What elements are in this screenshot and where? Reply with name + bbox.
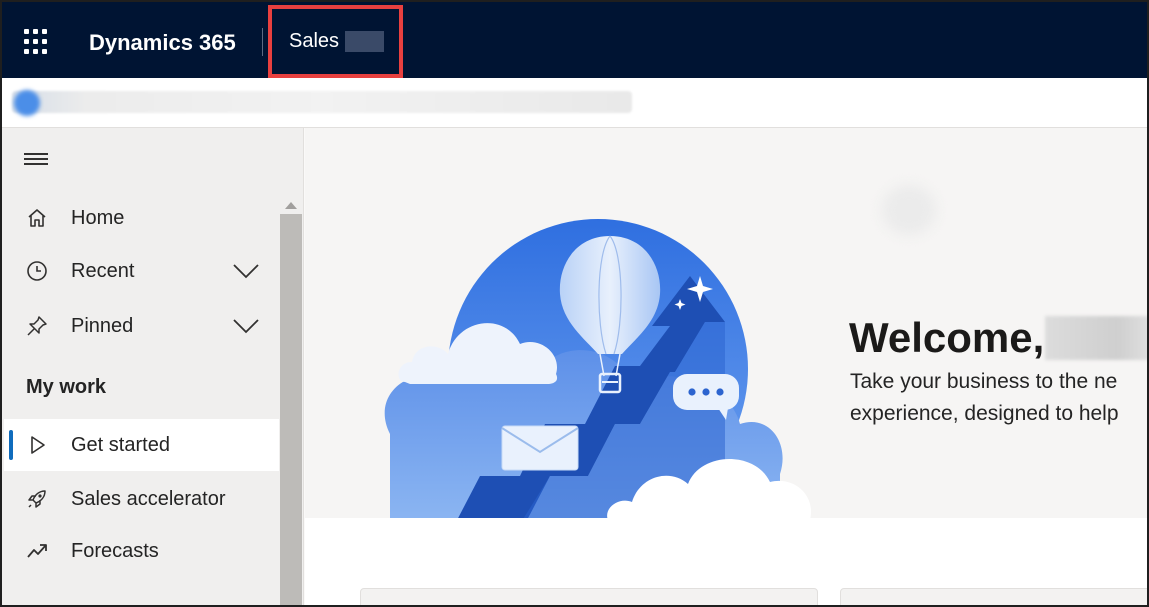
module-label: Sales [289, 30, 340, 52]
blurred-avatar [882, 185, 936, 235]
sidebar-item-pinned[interactable]: Pinned [4, 300, 279, 352]
pin-icon [26, 315, 48, 337]
redacted-user-name [1045, 316, 1147, 360]
chevron-down-icon[interactable] [232, 318, 260, 334]
rocket-icon [26, 488, 48, 510]
clock-icon [26, 260, 48, 282]
tagline-line-2: experience, designed to help [850, 402, 1119, 425]
sidebar-item-label: Sales accelerator [71, 487, 226, 510]
sidebar-item-label: Recent [71, 259, 135, 282]
scrollbar-thumb[interactable] [280, 214, 302, 605]
content-card[interactable] [360, 588, 818, 605]
chevron-down-icon[interactable] [232, 263, 260, 279]
home-icon [26, 207, 48, 229]
command-bar [2, 78, 1147, 128]
sidebar-item-label: Pinned [71, 314, 134, 337]
top-navigation-bar: Dynamics 365 Sales [2, 2, 1147, 78]
sidebar-item-label: Home [71, 206, 125, 229]
tagline-line-1: Take your business to the ne [850, 370, 1118, 393]
sidebar-item-label: Get started [71, 433, 170, 456]
app-launcher-icon[interactable] [24, 29, 50, 55]
blurred-command-content [12, 91, 632, 113]
site-map-sidebar: Home Recent Pinned My work Get started S… [2, 128, 304, 605]
app-brand-title[interactable]: Dynamics 365 [89, 30, 236, 56]
section-heading-my-work: My work [26, 376, 107, 398]
redacted-module-suffix [345, 31, 385, 52]
sidebar-item-label: Forecasts [71, 539, 159, 562]
trend-icon [26, 540, 48, 562]
sidebar-item-forecasts[interactable]: Forecasts [4, 525, 279, 577]
welcome-illustration [384, 219, 812, 518]
sidebar-item-get-started[interactable]: Get started [4, 419, 279, 471]
sidebar-item-home[interactable]: Home [4, 192, 279, 244]
hamburger-menu-icon[interactable] [24, 150, 50, 170]
sidebar-item-sales-accelerator[interactable]: Sales accelerator [4, 473, 279, 525]
blurred-command-icon [14, 90, 40, 116]
welcome-heading: Welcome, [849, 314, 1045, 361]
scroll-up-arrow-icon[interactable] [285, 202, 297, 209]
sidebar-item-recent[interactable]: Recent [4, 245, 279, 297]
app-window: Dynamics 365 Sales Home Recent Pinned My… [0, 0, 1149, 607]
welcome-tagline: Take your business to the ne experience,… [850, 366, 1119, 430]
app-module-name[interactable]: Sales [268, 5, 403, 78]
play-icon [26, 434, 48, 456]
brand-divider [262, 28, 263, 56]
content-card[interactable] [840, 588, 1147, 605]
